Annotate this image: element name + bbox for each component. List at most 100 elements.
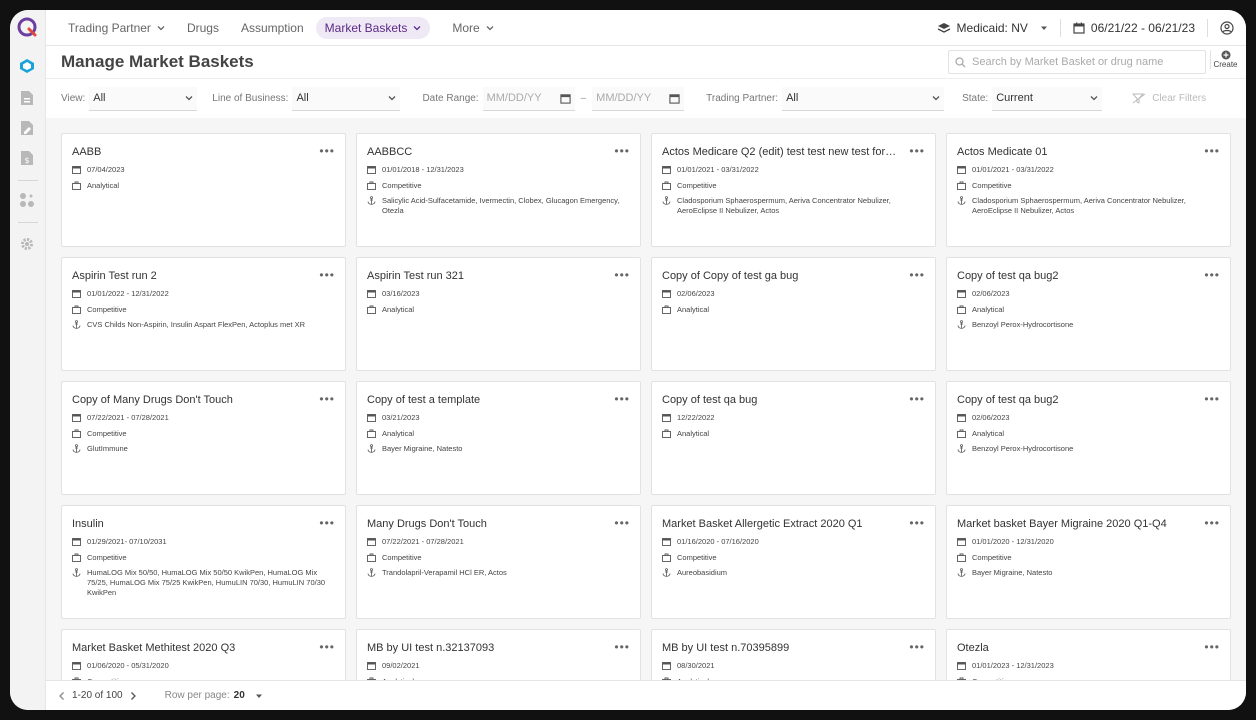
market-basket-card[interactable]: Aspirin Test run 2 ••• 01/01/2022 - 12/3…: [61, 257, 346, 371]
app-logo-icon[interactable]: [16, 16, 38, 38]
market-basket-card[interactable]: Copy of Many Drugs Don't Touch ••• 07/22…: [61, 381, 346, 495]
card-date-row: 12/22/2022: [662, 413, 927, 423]
analytics-nav-icon[interactable]: [19, 192, 35, 208]
more-options-icon[interactable]: •••: [1204, 516, 1220, 530]
more-options-icon[interactable]: •••: [319, 144, 335, 158]
page-title: Manage Market Baskets: [61, 52, 254, 71]
create-button[interactable]: Create: [1210, 50, 1240, 69]
user-profile-button[interactable]: [1208, 20, 1246, 35]
nav-trading-partner[interactable]: Trading Partner: [68, 21, 165, 35]
briefcase-icon: [957, 305, 966, 314]
card-date-row: 01/01/2023 - 12/31/2023: [957, 661, 1222, 671]
briefcase-icon: [72, 181, 81, 190]
card-drugs: Bayer Migraine, Natesto: [972, 568, 1053, 577]
card-type-row: Analytical: [957, 305, 1222, 315]
more-options-icon[interactable]: •••: [1204, 268, 1220, 282]
market-basket-card[interactable]: Copy of test qa bug2 ••• 02/06/2023 Anal…: [946, 257, 1231, 371]
more-options-icon[interactable]: •••: [614, 268, 630, 282]
search-input[interactable]: [972, 56, 1192, 68]
market-basket-card[interactable]: MB by UI test n.32137093 ••• 09/02/2021 …: [356, 629, 641, 680]
date-from-input[interactable]: MM/DD/YY: [482, 86, 575, 111]
nav-assumption[interactable]: Assumption: [241, 21, 304, 35]
plus-circle-icon: [1221, 50, 1230, 60]
more-options-icon[interactable]: •••: [909, 268, 925, 282]
market-basket-card[interactable]: AABBCC ••• 01/01/2018 - 12/31/2023 Compe…: [356, 133, 641, 247]
more-options-icon[interactable]: •••: [909, 516, 925, 530]
market-basket-card[interactable]: Many Drugs Don't Touch ••• 07/22/2021 - …: [356, 505, 641, 619]
more-options-icon[interactable]: •••: [1204, 392, 1220, 406]
market-basket-card[interactable]: Aspirin Test run 321 ••• 03/16/2023 Anal…: [356, 257, 641, 371]
card-date-row: 07/04/2023: [72, 165, 337, 175]
chevron-right-icon[interactable]: [129, 691, 137, 701]
more-options-icon[interactable]: •••: [909, 144, 925, 158]
card-type: Analytical: [87, 181, 120, 190]
caret-down-icon: [1040, 26, 1047, 30]
clear-filters-button[interactable]: Clear Filters: [1132, 93, 1206, 104]
calendar-icon[interactable]: [559, 93, 571, 104]
card-type-row: Analytical: [367, 305, 632, 315]
line-of-business-select[interactable]: All: [292, 86, 401, 111]
tp-value: All: [786, 92, 799, 104]
nav-label: Drugs: [186, 20, 219, 35]
anchor-icon: [957, 444, 966, 453]
trading-partner-select[interactable]: All: [782, 86, 945, 111]
left-rail: $: [10, 10, 46, 710]
market-basket-card[interactable]: Actos Medicare Q2 (edit) test test new t…: [651, 133, 936, 247]
calendar-icon: [72, 661, 81, 670]
layers-icon: [937, 22, 950, 33]
market-basket-card[interactable]: Otezla ••• 01/01/2023 - 12/31/2023 Compe…: [946, 629, 1231, 680]
chevron-left-icon[interactable]: [58, 691, 66, 701]
market-basket-card[interactable]: Market basket Bayer Migraine 2020 Q1-Q4 …: [946, 505, 1231, 619]
market-basket-card[interactable]: Copy of test qa bug ••• 12/22/2022 Analy…: [651, 381, 936, 495]
medicaid-selector[interactable]: Medicaid: NV: [925, 21, 1060, 35]
settings-gear-icon[interactable]: [19, 236, 35, 252]
edit-document-nav-icon[interactable]: [19, 120, 35, 136]
caret-down-icon: [255, 694, 262, 698]
nav-more[interactable]: More: [452, 21, 494, 35]
card-title: Actos Medicare Q2 (edit) test test new t…: [662, 146, 897, 158]
card-drugs-row: Bayer Migraine, Natesto: [957, 568, 1222, 578]
market-basket-card[interactable]: Copy of test a template ••• 03/21/2023 A…: [356, 381, 641, 495]
more-options-icon[interactable]: •••: [319, 392, 335, 406]
anchor-icon: [957, 568, 966, 577]
market-basket-card[interactable]: MB by UI test n.70395899 ••• 08/30/2021 …: [651, 629, 936, 680]
market-basket-card[interactable]: Copy of Copy of test ga bug ••• 02/06/20…: [651, 257, 936, 371]
date-to-input[interactable]: MM/DD/YY: [592, 86, 685, 111]
more-options-icon[interactable]: •••: [614, 144, 630, 158]
card-date: 01/16/2020 - 07/16/2020: [677, 537, 759, 546]
more-options-icon[interactable]: •••: [614, 640, 630, 654]
market-basket-card[interactable]: AABB ••• 07/04/2023 Analytical: [61, 133, 346, 247]
more-options-icon[interactable]: •••: [319, 516, 335, 530]
more-options-icon[interactable]: •••: [614, 392, 630, 406]
more-options-icon[interactable]: •••: [909, 392, 925, 406]
more-options-icon[interactable]: •••: [1204, 640, 1220, 654]
market-basket-card[interactable]: Market Basket Allergetic Extract 2020 Q1…: [651, 505, 936, 619]
briefcase-icon: [957, 181, 966, 190]
rows-per-page-select[interactable]: Row per page: 20: [165, 690, 263, 701]
more-options-icon[interactable]: •••: [319, 640, 335, 654]
market-basket-nav-icon[interactable]: [19, 58, 35, 74]
global-date-range[interactable]: 06/21/22 - 06/21/23: [1061, 21, 1207, 35]
anchor-icon: [72, 320, 81, 329]
card-date: 01/01/2023 - 12/31/2023: [972, 661, 1054, 670]
market-basket-card[interactable]: Insulin ••• 01/29/2021- 07/10/2031 Compe…: [61, 505, 346, 619]
card-date: 12/22/2022: [677, 413, 715, 422]
search-box[interactable]: [948, 50, 1206, 74]
more-options-icon[interactable]: •••: [1204, 144, 1220, 158]
card-date-row: 02/06/2023: [662, 289, 927, 299]
pricing-document-nav-icon[interactable]: $: [19, 150, 35, 166]
calendar-icon: [662, 537, 671, 546]
nav-drugs[interactable]: Drugs: [187, 21, 219, 35]
more-options-icon[interactable]: •••: [614, 516, 630, 530]
briefcase-icon: [367, 305, 376, 314]
more-options-icon[interactable]: •••: [909, 640, 925, 654]
market-basket-card[interactable]: Copy of test qa bug2 ••• 02/06/2023 Anal…: [946, 381, 1231, 495]
market-basket-card[interactable]: Actos Medicate 01 ••• 01/01/2021 - 03/31…: [946, 133, 1231, 247]
view-select[interactable]: All: [89, 86, 198, 111]
state-select[interactable]: Current: [992, 86, 1103, 111]
more-options-icon[interactable]: •••: [319, 268, 335, 282]
nav-market-baskets[interactable]: Market Baskets: [315, 16, 431, 39]
market-basket-card[interactable]: Market Basket Methitest 2020 Q3 ••• 01/0…: [61, 629, 346, 680]
document-nav-icon[interactable]: [19, 90, 35, 106]
calendar-icon[interactable]: [669, 93, 680, 104]
